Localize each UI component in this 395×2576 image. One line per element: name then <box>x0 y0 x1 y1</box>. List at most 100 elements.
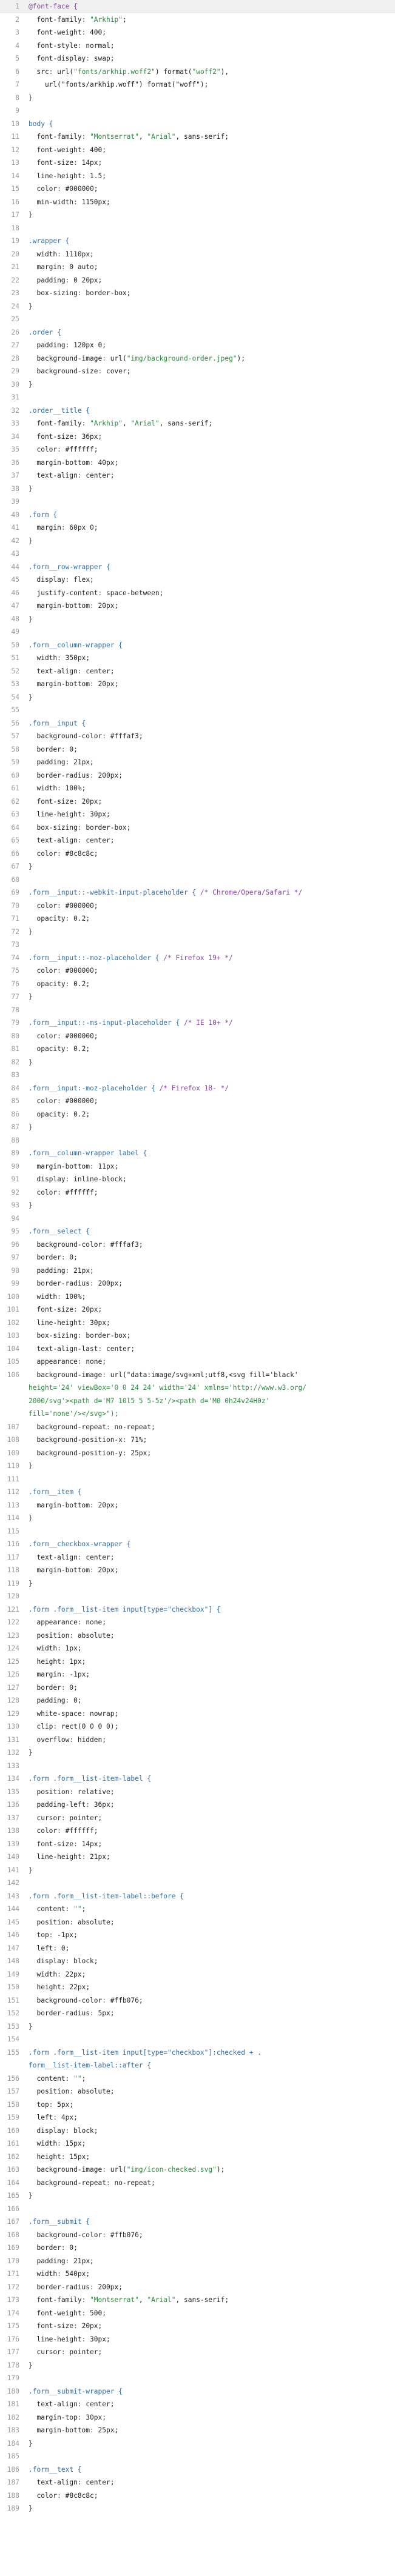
code-line[interactable]: 160 display: block; <box>0 2124 395 2138</box>
code-line[interactable]: 137 cursor: pointer; <box>0 1812 395 1825</box>
code-line[interactable]: 45 display: flex; <box>0 573 395 587</box>
code-line[interactable]: 55 <box>0 704 395 717</box>
code-line[interactable]: 82} <box>0 1056 395 1069</box>
code-line[interactable]: 44 .form__row-wrapper { <box>0 561 395 574</box>
code-line[interactable]: 28 background-image: url("img/background… <box>0 352 395 365</box>
code-line[interactable]: 145 position: absolute; <box>0 1916 395 1929</box>
code-line[interactable]: 66 color: #8c8c8c; <box>0 847 395 861</box>
code-line[interactable]: 87} <box>0 1121 395 1134</box>
code-line[interactable]: 77} <box>0 990 395 1004</box>
code-line[interactable]: 102 line-height: 30px; <box>0 1316 395 1330</box>
code-line[interactable]: 103 box-sizing: border-box; <box>0 1329 395 1343</box>
code-line[interactable]: 18 <box>0 222 395 235</box>
code-line[interactable]: 92 color: #ffffff; <box>0 1186 395 1200</box>
code-line[interactable]: 70 color: #000000; <box>0 899 395 913</box>
code-line[interactable]: 158 top: 5px; <box>0 2098 395 2112</box>
code-line[interactable]: 25 <box>0 313 395 326</box>
code-line[interactable]: 136 padding-left: 36px; <box>0 1798 395 1812</box>
code-line[interactable]: 117 text-align: center; <box>0 1551 395 1564</box>
code-line[interactable]: 30} <box>0 378 395 392</box>
code-line[interactable]: 110} <box>0 1460 395 1473</box>
code-line[interactable]: 133 <box>0 1760 395 1773</box>
code-line[interactable]: 39 <box>0 495 395 509</box>
code-line[interactable]: 157 position: absolute; <box>0 2085 395 2098</box>
code-line[interactable]: 189} <box>0 2502 395 2515</box>
code-line[interactable]: 10 body { <box>0 118 395 131</box>
code-line[interactable]: 49 <box>0 626 395 639</box>
code-line[interactable]: 51 width: 350px; <box>0 652 395 665</box>
code-line[interactable]: 130 clip: rect(0 0 0 0); <box>0 1720 395 1733</box>
code-line[interactable]: 177 cursor: pointer; <box>0 2346 395 2359</box>
code-line[interactable]: 67} <box>0 860 395 873</box>
code-line[interactable]: 32 .order__title { <box>0 404 395 418</box>
code-line[interactable]: 99 border-radius: 200px; <box>0 1277 395 1290</box>
code-line[interactable]: 114} <box>0 1512 395 1525</box>
code-line[interactable]: 94 <box>0 1212 395 1226</box>
code-line[interactable]: 85 color: #000000; <box>0 1095 395 1108</box>
code-line[interactable]: 43 <box>0 547 395 561</box>
code-line[interactable]: 69 .form__input::-webkit-input-placeholde… <box>0 886 395 899</box>
code-line[interactable]: 153} <box>0 2020 395 2034</box>
code-line[interactable]: 61 width: 100%; <box>0 782 395 795</box>
code-line[interactable]: 182 margin-top: 30px; <box>0 2411 395 2424</box>
code-line[interactable]: 9 <box>0 104 395 118</box>
code-line[interactable]: 118 margin-bottom: 20px; <box>0 1564 395 1577</box>
code-line[interactable]: 171 width: 540px; <box>0 2267 395 2281</box>
code-line[interactable]: 34 font-size: 36px; <box>0 430 395 444</box>
code-line[interactable]: 154 <box>0 2033 395 2046</box>
code-line[interactable]: 129 white-space: nowrap; <box>0 1707 395 1721</box>
code-line[interactable]: form__list-item-label::after { <box>0 2059 395 2072</box>
code-line[interactable]: 105 appearance: none; <box>0 1355 395 1369</box>
code-line[interactable]: 54} <box>0 691 395 704</box>
code-line[interactable]: 119} <box>0 1577 395 1590</box>
code-line[interactable]: 81 opacity: 0.2; <box>0 1043 395 1056</box>
code-line[interactable]: 86 opacity: 0.2; <box>0 1108 395 1121</box>
code-line[interactable]: 57 background-color: #fffaf3; <box>0 730 395 743</box>
code-line[interactable]: 97 border: 0; <box>0 1251 395 1264</box>
code-line[interactable]: 144 content: ""; <box>0 1903 395 1916</box>
code-line[interactable]: 2000/svg'><path d='M7 10l5 5 5-5z'/><pat… <box>0 1395 395 1408</box>
code-line[interactable]: 161 width: 15px; <box>0 2137 395 2151</box>
code-line[interactable]: 181 text-align: center; <box>0 2398 395 2411</box>
code-line[interactable]: 50 .form__column-wrapper { <box>0 639 395 652</box>
code-line[interactable]: 91 display: inline-block; <box>0 1173 395 1186</box>
code-line[interactable]: 167 .form__submit { <box>0 2215 395 2229</box>
code-line[interactable]: 23 box-sizing: border-box; <box>0 287 395 300</box>
code-line[interactable]: 143 .form .form__list-item-label::before … <box>0 1890 395 1903</box>
code-line[interactable]: 60 border-radius: 200px; <box>0 769 395 782</box>
code-line[interactable]: 26 .order { <box>0 326 395 339</box>
code-line[interactable]: 125 height: 1px; <box>0 1655 395 1669</box>
code-line[interactable]: 150 height: 22px; <box>0 1981 395 1994</box>
code-line[interactable]: 29 background-size: cover; <box>0 365 395 378</box>
code-line[interactable]: 164 background-repeat: no-repeat; <box>0 2177 395 2190</box>
code-line[interactable]: 22 padding: 0 20px; <box>0 274 395 287</box>
code-line[interactable]: 40 .form { <box>0 509 395 522</box>
code-line[interactable]: 90 margin-bottom: 11px; <box>0 1160 395 1173</box>
code-line[interactable]: 139 font-size: 14px; <box>0 1838 395 1851</box>
code-line[interactable]: 24} <box>0 300 395 313</box>
code-line[interactable]: 146 top: -1px; <box>0 1929 395 1942</box>
code-line[interactable]: 5 font-display: swap; <box>0 52 395 65</box>
code-line[interactable]: 152 border-radius: 5px; <box>0 2007 395 2020</box>
code-line[interactable]: 180 .form__submit-wrapper { <box>0 2385 395 2398</box>
code-line[interactable]: 78 <box>0 1004 395 1017</box>
code-line[interactable]: 148 display: block; <box>0 1955 395 1968</box>
code-line[interactable]: 72} <box>0 926 395 939</box>
code-line[interactable]: 4 font-style: normal; <box>0 39 395 53</box>
code-line[interactable]: 101 font-size: 20px; <box>0 1303 395 1316</box>
code-line[interactable]: 76 opacity: 0.2; <box>0 978 395 991</box>
code-line[interactable]: 7 url("fonts/arkhip.woff") format("woff"… <box>0 78 395 92</box>
code-line[interactable]: 96 background-color: #fffaf3; <box>0 1238 395 1252</box>
code-line[interactable]: 31 <box>0 391 395 404</box>
code-line[interactable]: 122 appearance: none; <box>0 1616 395 1629</box>
code-line[interactable]: 165} <box>0 2189 395 2203</box>
code-line[interactable]: 174 font-weight: 500; <box>0 2307 395 2320</box>
code-line[interactable]: 116 .form__checkbox-wrapper { <box>0 1538 395 1551</box>
code-line[interactable]: 183 margin-bottom: 25px; <box>0 2424 395 2437</box>
code-line[interactable]: 98 padding: 21px; <box>0 1264 395 1278</box>
code-line[interactable]: 1 @font-face { <box>0 0 395 13</box>
code-line[interactable]: 65 text-align: center; <box>0 834 395 847</box>
code-line[interactable]: 14 line-height: 1.5; <box>0 170 395 183</box>
code-line[interactable]: 111 <box>0 1473 395 1486</box>
code-line[interactable]: 175 font-size: 20px; <box>0 2320 395 2333</box>
